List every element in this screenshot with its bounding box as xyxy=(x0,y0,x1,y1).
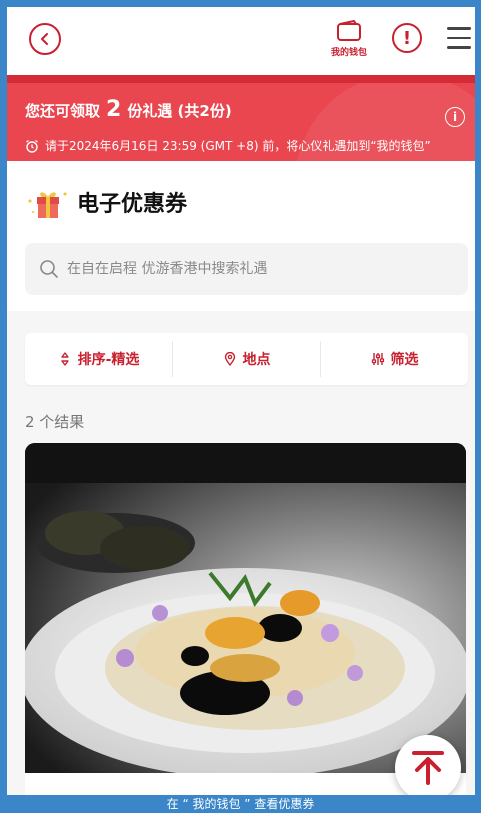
wallet-button[interactable]: 我的钱包 xyxy=(327,19,371,65)
banner-headline: 您还可领取 2 份礼遇 (共2份) xyxy=(25,97,232,122)
back-button[interactable] xyxy=(29,23,61,55)
scroll-to-top-button[interactable] xyxy=(395,735,461,795)
search-icon xyxy=(40,260,58,278)
exclamation-icon: ! xyxy=(402,27,412,49)
page-title: 电子优惠券 xyxy=(77,192,188,217)
gift-icon xyxy=(28,192,67,218)
filter-bar: 排序-精选 地点 筛选 xyxy=(25,333,468,385)
location-label: 地点 xyxy=(242,352,271,368)
offer-banner: 您还可领取 2 份礼遇 (共2份) i 请于2024年6月16日 23:59 (… xyxy=(7,75,475,161)
caption: 在 “ 我的钱包 ” 查看优惠券 xyxy=(166,797,315,811)
sort-icon xyxy=(60,352,69,366)
filter-button[interactable]: 筛选 xyxy=(320,341,468,377)
filter-sliders-icon xyxy=(371,353,384,365)
banner-prefix: 您还可领取 xyxy=(25,102,101,120)
hamburger-icon xyxy=(447,27,471,30)
banner-deadline-row: 请于2024年6月16日 23:59 (GMT +8) 前，将心仪礼遇加到“我的… xyxy=(25,137,431,154)
offer-food-image xyxy=(25,443,466,773)
wallet-label: 我的钱包 xyxy=(330,48,367,58)
alarm-clock-icon xyxy=(26,139,38,153)
info-icon[interactable]: i xyxy=(445,107,465,127)
chevron-left-icon xyxy=(41,33,48,45)
banner-count: 2 xyxy=(106,97,122,122)
arrow-up-icon xyxy=(412,751,444,785)
banner-suffix: 份礼遇 (共2份) xyxy=(127,102,232,120)
offer-card[interactable] xyxy=(25,443,466,795)
wallet-icon xyxy=(337,20,361,41)
alert-button[interactable]: ! xyxy=(392,23,422,53)
app-frame: 我的钱包 ! 您还可领取 2 份礼遇 (共2份) i 请于2024年6月16日 … xyxy=(7,7,475,795)
results-count: 2 个结果 xyxy=(25,413,85,431)
location-pin-icon xyxy=(224,352,235,366)
top-bar: 我的钱包 ! xyxy=(7,7,475,75)
menu-button[interactable] xyxy=(447,27,471,49)
search-input[interactable] xyxy=(67,261,447,277)
filter-label: 筛选 xyxy=(390,352,419,368)
banner-deadline: 请于2024年6月16日 23:59 (GMT +8) 前，将心仪礼遇加到“我的… xyxy=(45,139,431,153)
results-section: 排序-精选 地点 筛选 2 个结果 xyxy=(7,311,475,795)
section-header: 电子优惠券 xyxy=(25,185,187,219)
location-button[interactable]: 地点 xyxy=(172,341,320,377)
search-bar[interactable] xyxy=(25,243,468,295)
sort-label: 排序-精选 xyxy=(77,352,140,368)
sort-button[interactable]: 排序-精选 xyxy=(25,341,172,377)
